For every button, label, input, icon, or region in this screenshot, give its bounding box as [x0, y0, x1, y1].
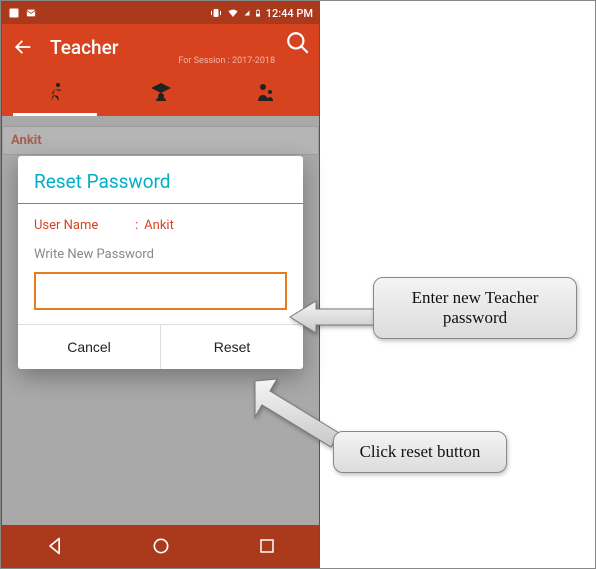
new-password-input[interactable] — [34, 272, 287, 310]
running-icon — [43, 81, 67, 105]
back-icon[interactable] — [12, 36, 34, 58]
mail-icon — [24, 8, 38, 18]
vibrate-icon — [210, 7, 222, 19]
android-nav-bar — [2, 525, 319, 567]
nav-back-icon[interactable] — [45, 536, 65, 556]
tab-family[interactable] — [213, 70, 319, 116]
callout-click-reset: Click reset button — [333, 431, 507, 473]
graduate-icon — [149, 81, 173, 105]
wifi-icon — [226, 7, 240, 19]
status-time: 12:44 PM — [266, 7, 313, 20]
signal-icon — [244, 7, 250, 19]
cancel-button[interactable]: Cancel — [18, 325, 161, 369]
content-area: Ankit Reset Password User Name : Ankit W… — [2, 116, 319, 525]
tab-bar — [2, 70, 319, 116]
session-label: For Session : 2017-2018 — [178, 56, 275, 66]
reset-password-dialog: Reset Password User Name : Ankit Write N… — [18, 156, 303, 369]
image-icon — [8, 7, 20, 19]
status-bar: 12:44 PM — [2, 2, 319, 24]
password-hint: Write New Password — [34, 247, 287, 262]
search-icon — [285, 30, 311, 56]
page-title: Teacher — [50, 36, 118, 59]
username-value: Ankit — [144, 218, 174, 233]
callout-enter-password: Enter new Teacher password — [373, 277, 577, 339]
arrow-to-input — [288, 297, 378, 337]
dialog-divider — [18, 203, 303, 204]
battery-icon — [254, 7, 262, 19]
dialog-actions: Cancel Reset — [18, 324, 303, 369]
family-icon — [254, 81, 278, 105]
tab-running[interactable] — [2, 70, 108, 116]
tab-student[interactable] — [108, 70, 214, 116]
app-bar: Teacher For Session : 2017-2018 — [2, 24, 319, 70]
nav-recent-icon[interactable] — [258, 537, 276, 555]
dialog-title: Reset Password — [18, 156, 303, 203]
reset-button[interactable]: Reset — [161, 325, 303, 369]
username-row: User Name : Ankit — [34, 218, 287, 233]
arrow-to-reset — [247, 373, 347, 453]
nav-home-icon[interactable] — [151, 536, 171, 556]
username-colon: : — [135, 218, 138, 233]
username-label: User Name — [34, 218, 129, 233]
search-button[interactable] — [285, 30, 311, 60]
phone-frame: 12:44 PM Teacher For Session : 2017-2018… — [1, 1, 320, 568]
